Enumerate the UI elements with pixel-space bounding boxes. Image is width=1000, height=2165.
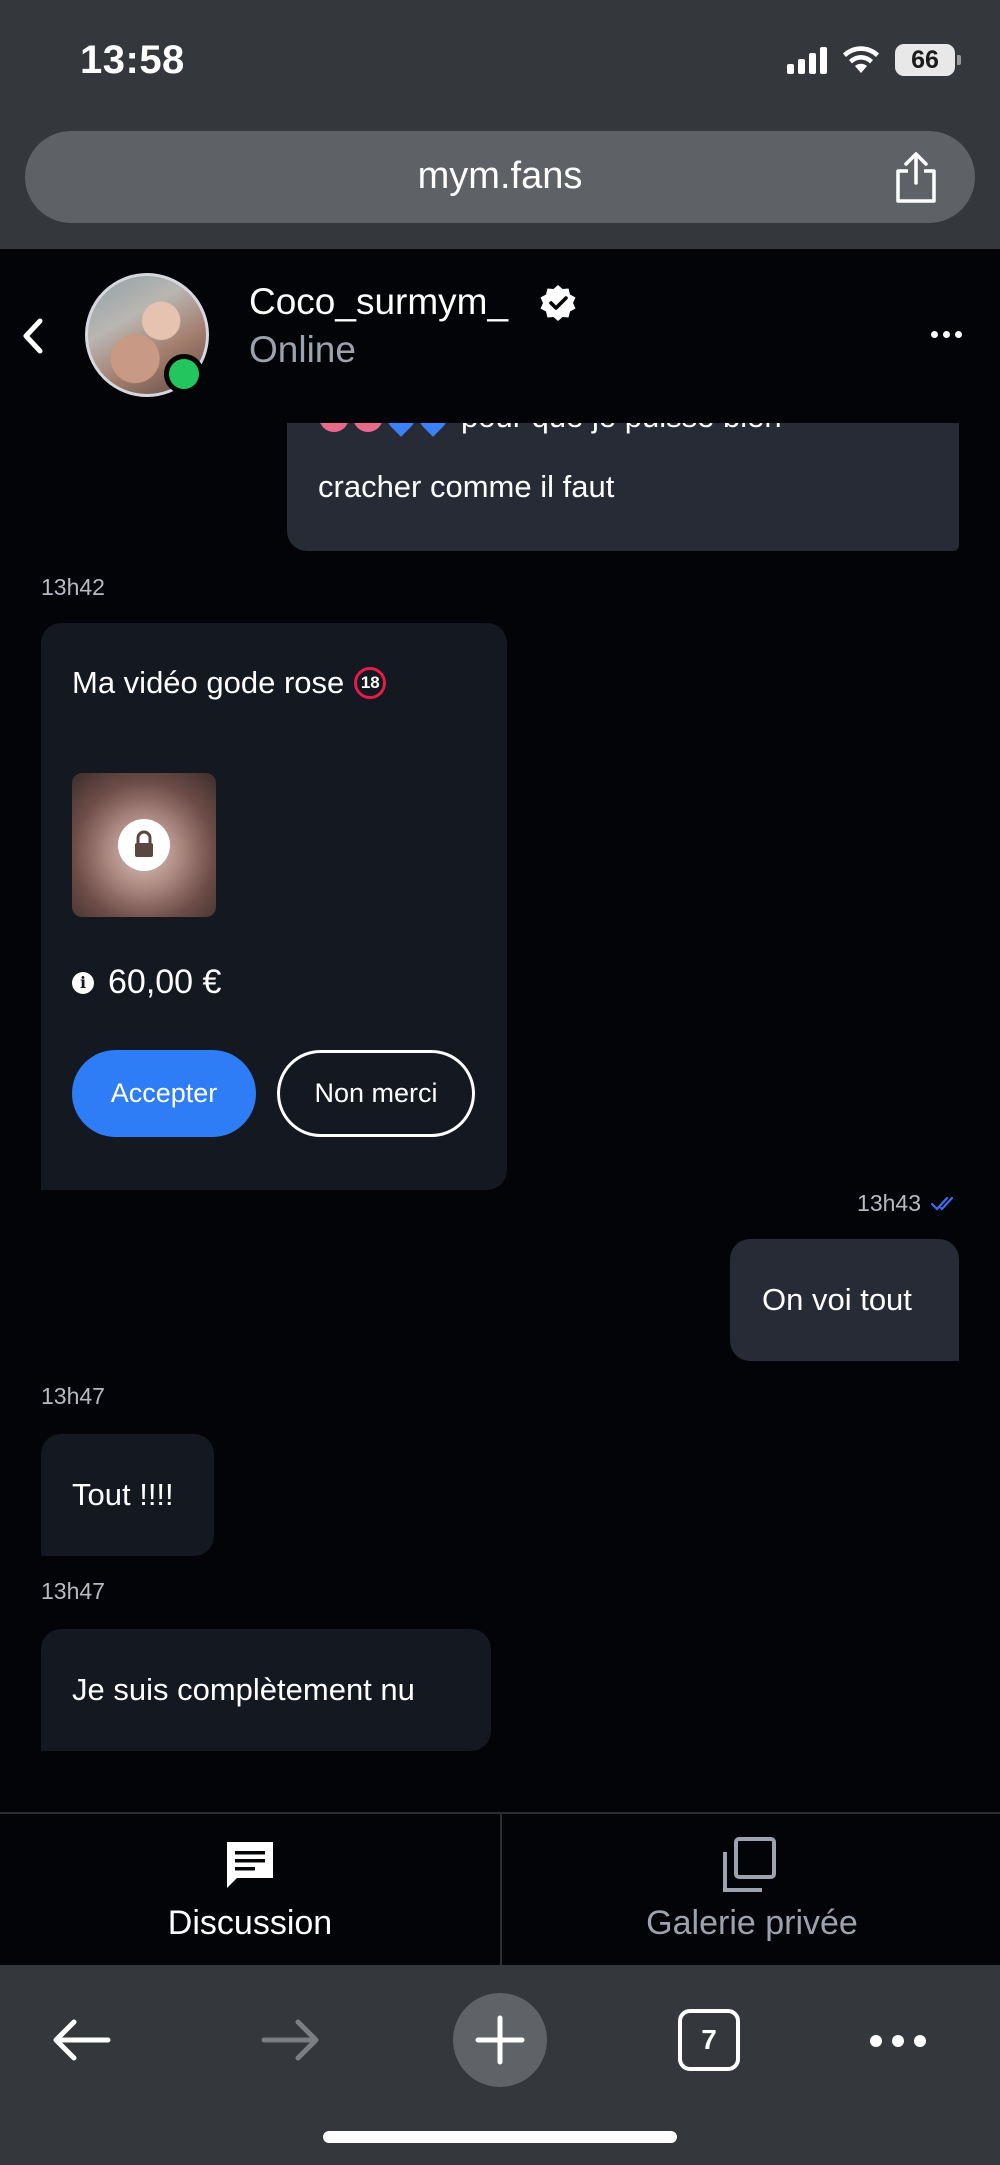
chat-bubble-icon	[227, 1842, 273, 1888]
message-text-partial: pour que je puisse bien	[461, 423, 782, 435]
emoji-row: pour que je puisse bien	[319, 423, 782, 437]
new-tab-button[interactable]	[453, 1993, 547, 2087]
browser-top-bar: 13:58 66 mym.fans	[0, 0, 1000, 249]
paid-media-offer: Ma vidéo gode rose 18 i 60,00 € Accepter…	[41, 623, 507, 1190]
message-outgoing: pour que je puisse bien cracher comme il…	[287, 423, 959, 551]
cellular-signal-icon	[787, 46, 827, 74]
chat-header: Coco_surmym_ Online	[0, 249, 1000, 423]
chat-tab-bar: Discussion Galerie privée	[0, 1812, 1000, 1967]
message-timestamp: 13h47	[41, 1383, 105, 1409]
message-text: cracher comme il faut	[318, 469, 615, 504]
decline-button[interactable]: Non merci	[277, 1050, 475, 1137]
message-timestamp: 13h43	[857, 1190, 921, 1216]
status-icons: 66	[787, 44, 961, 76]
more-options-icon[interactable]	[931, 331, 962, 338]
offer-price: 60,00 €	[108, 963, 222, 1001]
message-text: Je suis complètement nu	[72, 1672, 415, 1707]
emoji-droplet-icon	[381, 423, 421, 437]
online-indicator	[164, 354, 204, 394]
tab-discussion[interactable]: Discussion	[0, 1814, 500, 1967]
message-incoming: Tout !!!!	[41, 1434, 214, 1556]
tab-label: Galerie privée	[646, 1904, 858, 1942]
forward-arrow-icon[interactable]	[260, 2015, 322, 2065]
message-incoming: Je suis complètement nu	[41, 1629, 491, 1751]
lock-icon	[118, 819, 170, 871]
contact-name[interactable]: Coco_surmym_	[249, 281, 508, 323]
tabs-button[interactable]: 7	[678, 2009, 740, 2071]
age-restricted-icon: 18	[354, 667, 387, 699]
emoji-droplet-icon	[413, 423, 453, 437]
battery-indicator: 66	[895, 44, 961, 76]
message-timestamp: 13h47	[41, 1578, 105, 1604]
home-indicator[interactable]	[323, 2131, 677, 2143]
tab-count: 7	[701, 2024, 717, 2055]
offer-title: Ma vidéo gode rose	[72, 665, 345, 700]
message-text: On voi tout	[762, 1282, 912, 1317]
address-bar[interactable]: mym.fans	[25, 131, 975, 223]
contact-status: Online	[249, 329, 356, 370]
emoji-face-icon	[353, 423, 383, 432]
message-outgoing: On voi tout	[730, 1239, 959, 1361]
info-icon: i	[72, 971, 94, 994]
plus-icon	[475, 2015, 525, 2065]
message-meta: 13h43	[857, 1190, 959, 1217]
more-menu-icon[interactable]	[870, 2035, 926, 2047]
tab-label: Discussion	[167, 1904, 333, 1942]
message-text: Tout !!!!	[72, 1477, 174, 1512]
emoji-face-icon	[319, 423, 349, 432]
verified-badge-icon	[540, 285, 576, 321]
url-text: mym.fans	[417, 155, 583, 197]
read-receipt-icon	[931, 1196, 954, 1211]
offer-title-row: Ma vidéo gode rose 18	[72, 665, 387, 701]
message-timestamp: 13h42	[41, 574, 105, 600]
wifi-icon	[843, 46, 879, 73]
share-icon[interactable]	[891, 151, 941, 205]
back-arrow-icon[interactable]	[50, 2015, 112, 2065]
back-chevron-icon[interactable]	[14, 313, 50, 359]
price-row: i 60,00 €	[72, 963, 221, 1002]
message-list[interactable]: pour que je puisse bien cracher comme il…	[0, 423, 1000, 1812]
tab-private-gallery[interactable]: Galerie privée	[502, 1814, 1000, 1967]
accept-button[interactable]: Accepter	[72, 1050, 256, 1137]
gallery-icon	[723, 1837, 776, 1892]
status-time: 13:58	[80, 38, 185, 82]
locked-media-thumbnail[interactable]	[72, 773, 216, 917]
